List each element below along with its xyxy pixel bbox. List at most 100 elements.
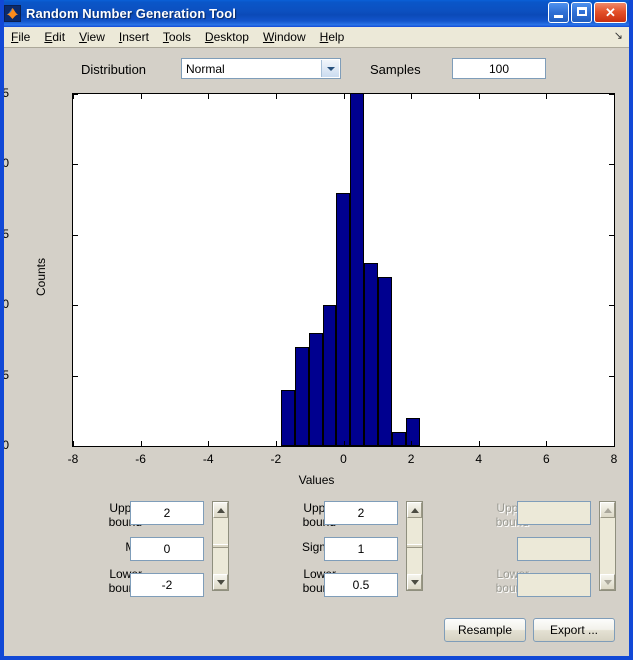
mu-input[interactable]: 0 — [130, 537, 204, 561]
menu-item-insert[interactable]: Insert — [112, 28, 156, 46]
y-tick-mark — [73, 305, 78, 307]
close-icon: ✕ — [605, 5, 616, 20]
export-button[interactable]: Export ... — [533, 618, 615, 642]
mu-scrollbar[interactable] — [212, 501, 229, 591]
histogram-chart: Counts Values 0 5 10 15 20 25 -8 -6 -4 -2 0 2 4 6 8 — [4, 86, 629, 488]
y-tick-mark — [73, 234, 78, 236]
third-panel: Upper bound Lower bound — [459, 493, 629, 613]
application-window: Random Number Generation Tool ✕ File Edi… — [0, 0, 633, 660]
sigma-scroll-down-button[interactable] — [407, 574, 422, 590]
x-tick-mark — [411, 441, 413, 446]
window-controls: ✕ — [548, 2, 627, 23]
x-tick-label: 2 — [407, 452, 415, 466]
samples-input[interactable]: 100 — [452, 58, 546, 79]
y-tick-label: 25 — [2, 86, 9, 100]
matlab-membrane-icon — [4, 5, 21, 22]
third-scroll-down-button — [600, 574, 615, 590]
title-bar: Random Number Generation Tool ✕ — [4, 0, 629, 27]
y-tick-mark — [609, 375, 614, 377]
histogram-bars — [73, 94, 614, 446]
histogram-bar — [377, 277, 392, 446]
x-tick-mark — [73, 441, 74, 446]
menu-item-window[interactable]: Window — [256, 28, 313, 46]
mu-scroll-thumb[interactable] — [213, 544, 228, 548]
y-tick-mark — [609, 234, 614, 236]
menu-item-help[interactable]: Help — [313, 28, 352, 46]
samples-label: Samples — [370, 62, 421, 77]
mu-upper-bound-input[interactable]: 2 — [130, 501, 204, 525]
chevron-down-icon[interactable] — [321, 60, 339, 77]
distribution-label: Distribution — [81, 62, 147, 77]
sigma-scrollbar[interactable] — [406, 501, 423, 591]
plot-area[interactable] — [72, 93, 615, 447]
x-tick-mark — [478, 94, 480, 99]
histogram-bar — [391, 431, 406, 446]
histogram-bar — [322, 305, 337, 446]
y-tick-mark — [73, 446, 78, 447]
y-tick-mark — [609, 305, 614, 307]
sigma-input[interactable]: 1 — [324, 537, 398, 561]
distribution-value: Normal — [186, 61, 225, 76]
y-tick-mark — [609, 164, 614, 166]
x-tick-mark — [140, 441, 142, 446]
sigma-panel: Upper bound 2 Sigma 1 Lower bound 0.5 — [266, 493, 446, 613]
histogram-bar — [308, 333, 323, 446]
close-button[interactable]: ✕ — [594, 2, 627, 23]
maximize-button[interactable] — [571, 2, 592, 23]
y-tick-label: 5 — [2, 367, 9, 382]
y-tick-label: 15 — [2, 226, 9, 241]
mu-scroll-down-button[interactable] — [213, 574, 228, 590]
histogram-bar — [364, 262, 378, 446]
minimize-button[interactable] — [548, 2, 569, 23]
x-tick-mark — [478, 441, 480, 446]
x-tick-mark — [614, 441, 615, 446]
x-tick-label: -2 — [270, 452, 282, 466]
third-scrollbar — [599, 501, 616, 591]
x-tick-mark — [343, 94, 345, 99]
histogram-bar — [405, 417, 420, 446]
mu-panel: Upperbound 2 Mu 0 Lowerbound -2 — [72, 493, 252, 613]
x-tick-mark — [411, 94, 413, 99]
x-tick-label: 8 — [610, 452, 618, 466]
maximize-icon — [577, 7, 587, 16]
x-tick-label: -8 — [67, 452, 79, 466]
x-tick-label: 4 — [475, 452, 483, 466]
menu-item-desktop[interactable]: Desktop — [198, 28, 256, 46]
action-button-row: Resample Export ... — [4, 618, 629, 648]
y-tick-label: 0 — [2, 438, 9, 452]
histogram-bar — [280, 389, 295, 446]
x-tick-mark — [140, 94, 142, 99]
dock-arrow-icon[interactable]: ↘ — [614, 31, 623, 42]
x-tick-mark — [275, 94, 277, 99]
menu-item-view[interactable]: View — [72, 28, 112, 46]
x-tick-mark — [614, 94, 615, 99]
histogram-bar — [294, 347, 309, 446]
x-tick-label: -4 — [202, 452, 214, 466]
x-tick-mark — [546, 441, 548, 446]
y-tick-mark — [73, 164, 78, 166]
sigma-upper-bound-input[interactable]: 2 — [324, 501, 398, 525]
third-upper-bound-input — [517, 501, 591, 525]
menu-item-edit[interactable]: Edit — [37, 28, 72, 46]
distribution-select[interactable]: Normal — [181, 58, 341, 79]
menu-bar: File Edit View Insert Tools Desktop Wind… — [4, 27, 629, 48]
window-title: Random Number Generation Tool — [26, 6, 236, 21]
sigma-scroll-thumb[interactable] — [407, 544, 422, 548]
menu-item-file[interactable]: File — [4, 28, 37, 46]
mu-lower-bound-input[interactable]: -2 — [130, 573, 204, 597]
third-lower-bound-input — [517, 573, 591, 597]
menu-item-tools[interactable]: Tools — [156, 28, 198, 46]
top-control-row: Distribution Normal Samples 100 — [4, 49, 629, 89]
mu-scroll-up-button[interactable] — [213, 502, 228, 518]
x-tick-label: -6 — [135, 452, 146, 466]
parameter-panels: Upperbound 2 Mu 0 Lowerbound -2 Upperbou… — [4, 493, 629, 613]
x-tick-label: 6 — [543, 452, 550, 466]
sigma-scroll-up-button[interactable] — [407, 502, 422, 518]
x-tick-mark — [546, 94, 548, 99]
resample-button[interactable]: Resample — [444, 618, 526, 642]
x-tick-mark — [208, 441, 210, 446]
x-tick-mark — [208, 94, 210, 99]
x-tick-label: 0 — [340, 452, 347, 466]
sigma-lower-bound-input[interactable]: 0.5 — [324, 573, 398, 597]
y-tick-mark — [73, 375, 78, 377]
